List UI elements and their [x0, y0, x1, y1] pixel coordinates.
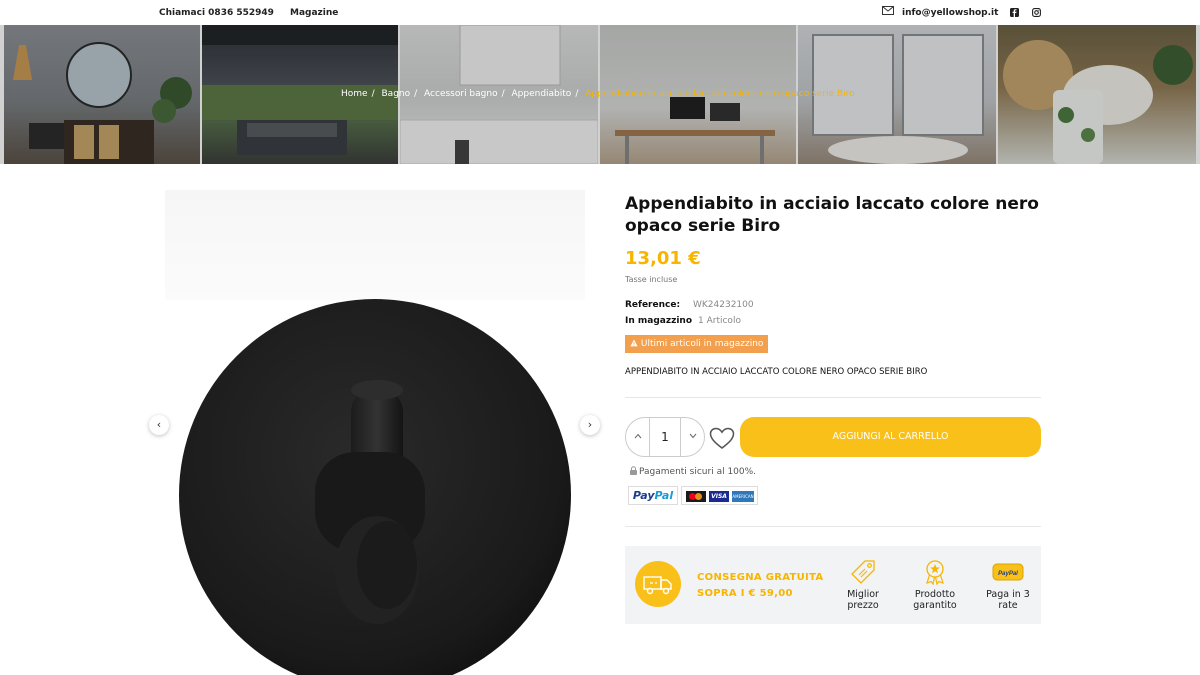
- chevron-down-icon: [689, 433, 696, 439]
- email-link[interactable]: info@yellowshop.it: [902, 8, 998, 18]
- facebook-icon[interactable]: [1010, 8, 1019, 17]
- add-to-cart-button[interactable]: AGGIUNGI AL CARRELLO: [740, 417, 1041, 457]
- chevron-up-icon: [634, 433, 641, 439]
- reference-value: WK24232100: [693, 300, 754, 310]
- stock-warning-text: Ultimi articoli in magazzino: [640, 339, 764, 349]
- product-image: [179, 299, 571, 675]
- product-gallery: ‹ ›: [149, 190, 600, 675]
- breadcrumb-separator: /: [414, 89, 418, 99]
- feature-pay-in-3-label: Paga in 3 rate: [986, 589, 1030, 611]
- stock-row: In magazzino 1 Articolo: [625, 316, 741, 326]
- mastercard-icon: [686, 491, 706, 502]
- amex-icon: AMERICAN EXPRESS: [732, 491, 754, 510]
- top-bar: Chiamaci 0836 552949 Magazine info@yello…: [0, 0, 1200, 25]
- free-shipping-line2: SOPRA I € 59,00: [697, 588, 793, 599]
- breadcrumb-current: Appendiabito in acciaio laccato colore n…: [585, 89, 855, 99]
- product-title: Appendiabito in acciaio laccato colore n…: [625, 194, 1039, 236]
- instagram-icon[interactable]: [1032, 8, 1041, 17]
- feature-pay-in-3: PayPal Paga in 3 rate: [978, 558, 1038, 611]
- award-ribbon-icon: [926, 560, 944, 586]
- breadcrumb-separator: /: [501, 89, 505, 99]
- stock-warning-badge: Ultimi articoli in magazzino: [625, 335, 769, 353]
- warning-icon: [630, 339, 638, 347]
- delivery-truck-icon: [635, 561, 681, 607]
- reference-label: Reference:: [625, 300, 681, 310]
- feature-guaranteed-label: Prodotto garantito: [913, 589, 957, 611]
- secure-payments-text: Pagamenti sicuri al 100%.: [639, 467, 757, 477]
- quantity-decrease-button[interactable]: [626, 418, 650, 456]
- quantity-stepper[interactable]: 1: [625, 417, 705, 457]
- tax-note: Tasse incluse: [625, 275, 678, 284]
- breadcrumb-separator: /: [371, 89, 375, 99]
- product-price: 13,01 €: [625, 248, 701, 269]
- feature-guaranteed-product: Prodotto garantito: [905, 558, 965, 611]
- category-banner: Home / Bagno / Accessori bagno / Appendiabi…: [0, 25, 1200, 164]
- wishlist-heart-icon[interactable]: [709, 427, 735, 450]
- stock-label: In magazzino: [625, 316, 693, 326]
- free-shipping-text: CONSEGNA GRATUITA SOPRA I € 59,00: [697, 570, 823, 602]
- product-short-description: APPENDIABITO IN ACCIAIO LACCATO COLORE N…: [625, 367, 928, 377]
- breadcrumb-appendiabito[interactable]: Appendiabito: [512, 89, 572, 99]
- feature-best-price-label: Miglior prezzo: [847, 589, 879, 611]
- gallery-next-button[interactable]: ›: [580, 415, 600, 435]
- paypal-badge-icon: PayPal: [992, 563, 1024, 581]
- paypal-badge-text: PayPal: [998, 571, 1018, 577]
- paypal-pay-text: Pay: [632, 489, 655, 502]
- breadcrumb-bagno[interactable]: Bagno: [382, 89, 411, 99]
- feature-best-price: Miglior prezzo: [833, 558, 893, 611]
- free-shipping-line1: CONSEGNA GRATUITA: [697, 572, 824, 583]
- breadcrumb-home[interactable]: Home: [341, 89, 368, 99]
- divider: [625, 526, 1041, 527]
- product-details: Appendiabito in acciaio laccato colore n…: [625, 193, 1041, 624]
- mail-icon: [882, 6, 894, 15]
- quantity-input[interactable]: 1: [650, 418, 680, 456]
- breadcrumb: Home / Bagno / Accessori bagno / Appendiabi…: [341, 89, 859, 99]
- paypal-logo: PayPal: [628, 486, 678, 505]
- breadcrumb-accessori-bagno[interactable]: Accessori bagno: [424, 89, 498, 99]
- secure-payments-note: Pagamenti sicuri al 100%.: [629, 466, 756, 477]
- phone-link[interactable]: Chiamaci 0836 552949: [159, 8, 274, 18]
- quantity-increase-button[interactable]: [680, 418, 704, 456]
- price-tag-icon: [851, 560, 875, 584]
- reference-row: Reference: WK24232100: [625, 300, 754, 310]
- benefits-box: CONSEGNA GRATUITA SOPRA I € 59,00 Miglio…: [625, 546, 1041, 624]
- credit-cards-logos: VISA AMERICAN EXPRESS: [681, 486, 758, 510]
- magazine-link[interactable]: Magazine: [290, 8, 338, 18]
- paypal-pal-text: Pal: [654, 489, 674, 502]
- gallery-prev-button[interactable]: ‹: [149, 415, 169, 435]
- breadcrumb-separator: /: [575, 89, 579, 99]
- divider: [625, 397, 1041, 398]
- visa-icon: VISA: [709, 491, 729, 502]
- stock-value: 1 Articolo: [698, 316, 741, 326]
- lock-icon: [630, 466, 637, 475]
